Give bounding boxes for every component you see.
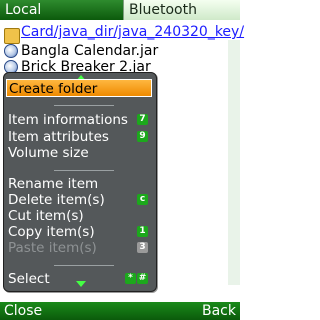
menu-item-label: Copy item(s) <box>8 224 95 240</box>
menu-separator <box>54 170 114 171</box>
menu-separator <box>54 105 114 106</box>
tab-bar: Local Bluetooth <box>0 0 240 20</box>
menu-item-paste-items: Paste item(s) 3 <box>6 239 152 257</box>
menu-item-create-folder[interactable]: Create folder <box>6 79 152 97</box>
menu-item-label: Volume size <box>8 145 89 161</box>
shortcut-key-c-icon: c <box>137 194 148 205</box>
current-path-row[interactable]: Card/java_dir/java_240320_key/ <box>0 22 244 44</box>
shortcut-key-3-icon: 3 <box>137 242 148 253</box>
menu-item-label: Rename item <box>8 176 99 192</box>
menu-item-label: Delete item(s) <box>8 192 105 208</box>
back-softkey[interactable]: Back <box>202 302 236 320</box>
menu-item-label: Item informations <box>8 112 128 128</box>
close-softkey[interactable]: Close <box>4 302 42 320</box>
context-menu: Create folder Item informations 7 Item a… <box>3 72 157 292</box>
shortcut-key-star-icon: * <box>125 273 136 284</box>
current-path: Card/java_dir/java_240320_key/ <box>21 24 245 40</box>
menu-item-item-informations[interactable]: Item informations 7 <box>6 111 152 129</box>
shortcut-key-9-icon: 9 <box>137 131 148 142</box>
shortcut-key-7-icon: 7 <box>137 114 148 125</box>
menu-item-label: Paste item(s) <box>8 240 97 256</box>
scroll-down-arrow-icon[interactable] <box>76 281 86 287</box>
scrollbar[interactable] <box>228 40 240 285</box>
menu-item-label: Create folder <box>9 81 98 97</box>
tab-local[interactable]: Local <box>0 0 123 20</box>
jar-file-icon <box>4 44 18 58</box>
menu-separator <box>54 265 114 266</box>
menu-item-label: Cut item(s) <box>8 208 84 224</box>
obscured-text <box>160 92 164 108</box>
menu-item-volume-size[interactable]: Volume size <box>6 144 152 162</box>
tab-bluetooth[interactable]: Bluetooth <box>123 0 240 20</box>
shortcut-key-1-icon: 1 <box>137 226 148 237</box>
menu-item-label: Select <box>8 271 50 287</box>
softkey-bar: Close Back <box>0 302 240 320</box>
shortcut-key-hash-icon: # <box>137 273 148 284</box>
menu-item-label: Item attributes <box>8 129 109 145</box>
